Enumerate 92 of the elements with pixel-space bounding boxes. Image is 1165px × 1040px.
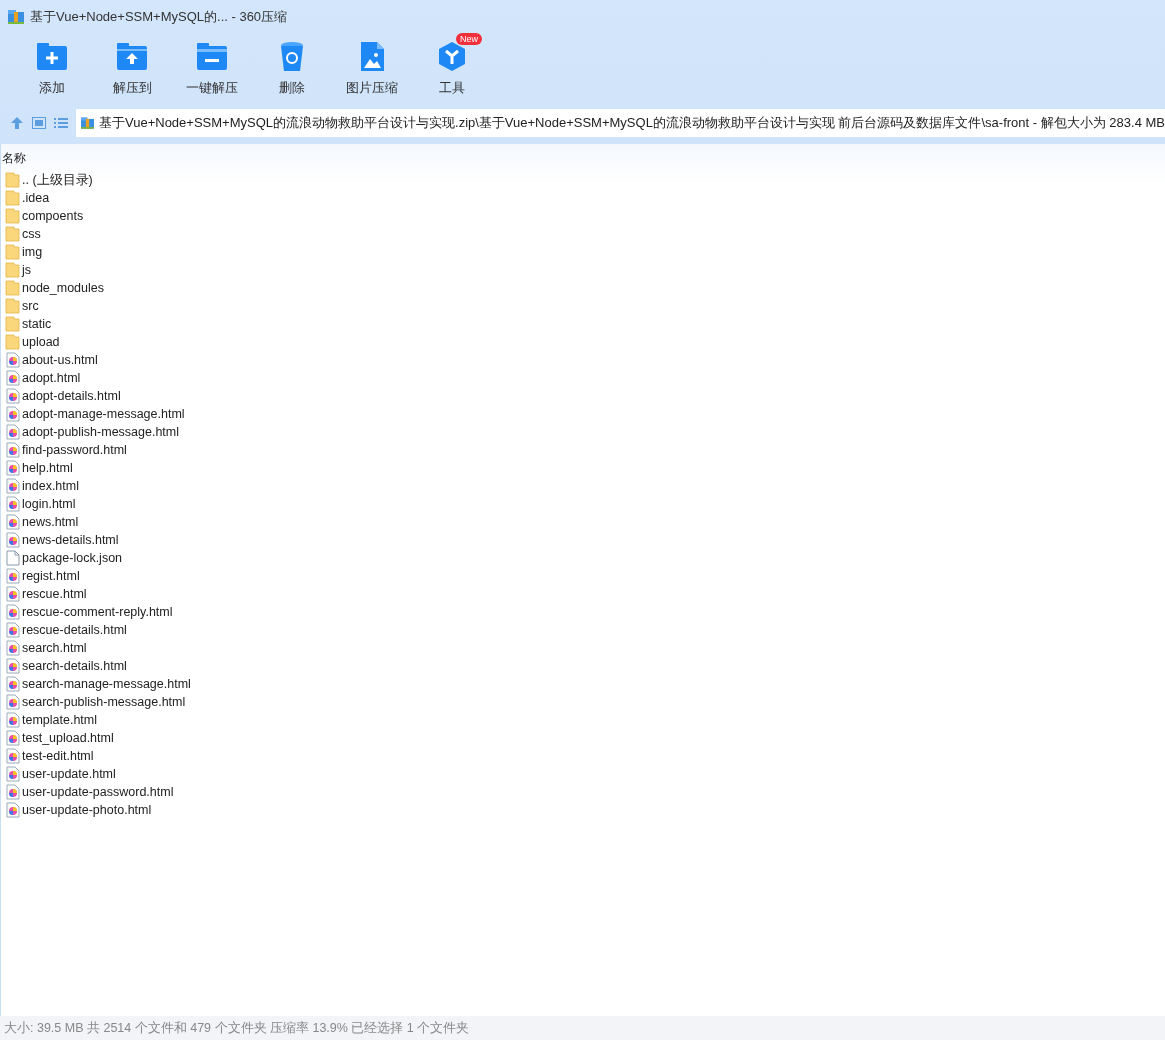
up-arrow-icon[interactable] [10,116,24,130]
toolbar-button[interactable]: 图片压缩 [332,32,412,102]
html-file-icon [5,460,20,476]
html-file-icon [5,604,20,620]
file-name[interactable]: rescue.html [22,587,87,601]
file-name[interactable]: test_upload.html [22,731,114,745]
file-name[interactable]: about-us.html [22,353,98,367]
file-name[interactable]: img [22,245,43,259]
html-file-icon [5,802,20,818]
html-file-icon [5,748,20,764]
file-name[interactable]: src [22,299,39,313]
file-name[interactable]: upload [22,335,60,349]
toolbar-button[interactable]: 解压到 [92,32,172,102]
file-name[interactable]: search-publish-message.html [22,695,186,709]
folder-icon [5,244,20,260]
html-file-icon [5,586,20,602]
address-bar[interactable]: 基于Vue+Node+SSM+MySQL的流浪动物救助平台设计与实现.zip\基于Vue+Node+SSM+MySQL的流浪动物救助平台设计与实现 前后台源码及数据库文件\sa-front - 解包大小为 283.4 MB [76,109,1165,137]
status-bar: 大小: 39.5 MB 共 2514 个文件和 479 个文件夹 压缩率 13.9% 已经选择 1 个文件夹 [0,1016,1165,1040]
folder-icon [5,208,20,224]
file-name[interactable]: compoents [22,209,84,223]
html-file-icon [5,388,20,404]
column-header[interactable]: 名称 [1,150,1165,166]
file-name[interactable]: user-update-password.html [22,785,174,799]
html-file-icon [5,424,20,440]
folder-icon [5,190,20,206]
folder-icon [5,172,20,188]
file-name[interactable]: index.html [22,479,79,493]
folder-up-arrow-icon [115,40,149,73]
folder-icon [5,262,20,278]
html-file-icon [5,568,20,584]
html-file-icon [5,640,20,656]
file-name[interactable]: js [22,263,32,277]
file-name[interactable]: package-lock.json [22,551,123,565]
folder-plus-icon [35,40,69,73]
file-name[interactable]: find-password.html [22,443,127,457]
file-name[interactable]: user-update-photo.html [22,803,152,817]
html-file-icon [5,532,20,548]
window-title: 基于Vue+Node+SSM+MySQL的... - 360压缩 [30,8,288,26]
folder-icon [5,334,20,350]
list-view-icon[interactable] [54,117,68,129]
folder-icon [5,226,20,242]
file-name[interactable]: rescue-details.html [22,623,127,637]
file-name[interactable]: adopt.html [22,371,81,385]
file-name[interactable]: .. (上级目录) [22,171,93,189]
html-file-icon [5,712,20,728]
file-icon [5,550,20,566]
toolbar-button[interactable]: 删除 [252,32,332,102]
html-file-icon [5,514,20,530]
html-file-icon [5,478,20,494]
html-file-icon [5,730,20,746]
file-name[interactable]: search.html [22,641,87,655]
file-name[interactable]: adopt-details.html [22,389,121,403]
file-name[interactable]: news-details.html [22,533,119,547]
file-name[interactable]: rescue-comment-reply.html [22,605,173,619]
file-name[interactable]: .idea [22,191,50,205]
html-file-icon [5,496,20,512]
file-name[interactable]: adopt-manage-message.html [22,407,185,421]
file-name[interactable]: adopt-publish-message.html [22,425,180,439]
html-file-icon [5,442,20,458]
html-file-icon [5,766,20,782]
archive-icon [81,115,94,131]
file-name[interactable]: search-manage-message.html [22,677,191,691]
archive-icon [8,9,24,25]
toolbar-button[interactable]: New 工具 [412,32,492,102]
file-name[interactable]: static [22,317,52,331]
file-name[interactable]: login.html [22,497,76,511]
html-file-icon [5,406,20,422]
html-file-icon [5,658,20,674]
toolbar-button[interactable]: 添加 [12,32,92,102]
html-file-icon [5,622,20,638]
toolbar-button[interactable]: 一键解压 [172,32,252,102]
thumbnail-view-icon[interactable] [32,117,46,129]
file-name[interactable]: test-edit.html [22,749,94,763]
file-name[interactable]: css [22,227,41,241]
folder-minus-icon [195,40,229,73]
new-badge: New [456,33,482,45]
file-name[interactable]: news.html [22,515,79,529]
file-name[interactable]: help.html [22,461,73,475]
html-file-icon [5,784,20,800]
file-name[interactable]: search-details.html [22,659,127,673]
folder-icon [5,298,20,314]
file-name[interactable]: node_modules [22,281,104,295]
file-name[interactable]: template.html [22,713,98,727]
html-file-icon [5,676,20,692]
html-file-icon [5,352,20,368]
html-file-icon [5,694,20,710]
file-name[interactable]: regist.html [22,569,80,583]
file-name[interactable]: user-update.html [22,767,116,781]
folder-icon [5,280,20,296]
address-path: 基于Vue+Node+SSM+MySQL的流浪动物救助平台设计与实现.zip\基于Vue+Node+SSM+MySQL的流浪动物救助平台设计与实现 前后台源码及数据库文件\sa-front - 解包大小为 283.4 MB [99,114,1165,132]
folder-icon [5,316,20,332]
html-file-icon [5,370,20,386]
